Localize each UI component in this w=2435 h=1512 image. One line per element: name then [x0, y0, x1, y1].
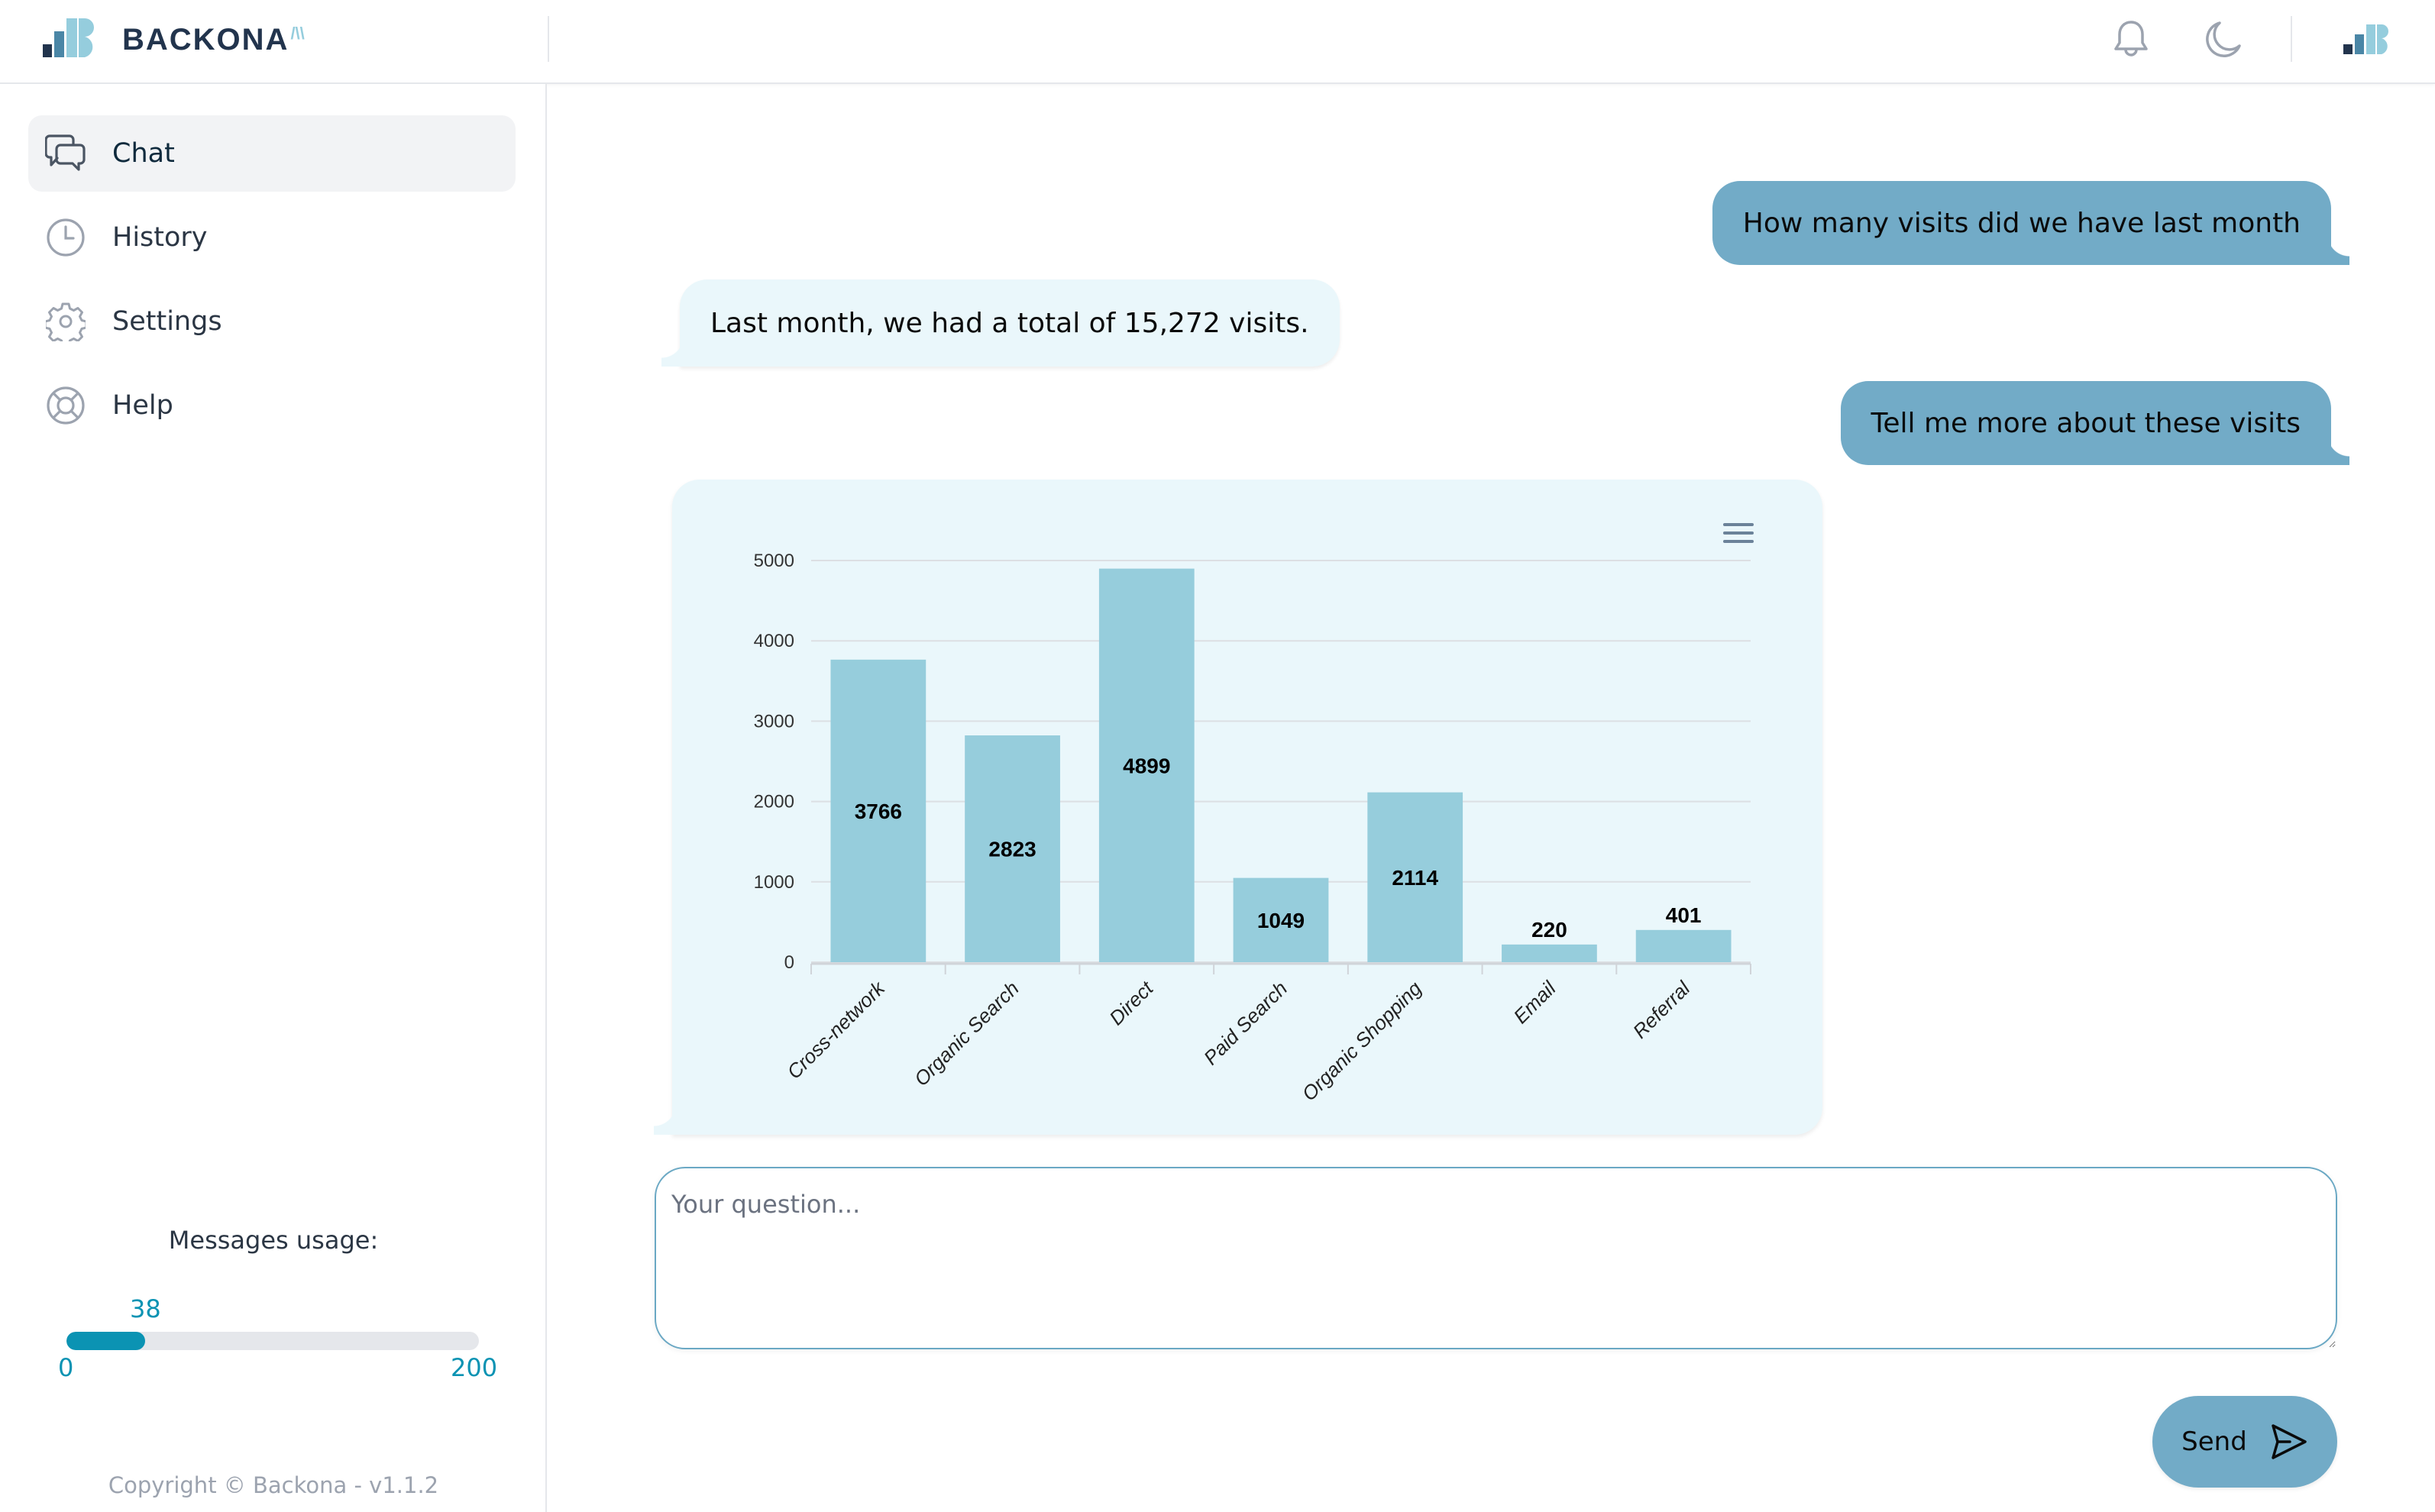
moon-icon — [2206, 21, 2241, 57]
send-label: Send — [2181, 1426, 2247, 1457]
x-tick-label: Organic Shopping — [1298, 977, 1427, 1106]
brand-name: BACKONA/\\ — [122, 23, 305, 57]
brand-logo[interactable]: BACKONA/\\ — [43, 18, 305, 58]
sidebar-item-label: History — [112, 222, 208, 253]
chat-icon — [45, 133, 86, 174]
x-tick-label: Direct — [1104, 976, 1158, 1029]
usage-title: Messages usage: — [168, 1226, 379, 1255]
x-tick-label: Organic Search — [910, 977, 1023, 1090]
logo-bars-icon — [43, 18, 94, 57]
clock-icon — [45, 217, 86, 258]
send-icon — [2272, 1424, 2307, 1459]
x-tick-label: Referral — [1628, 976, 1695, 1042]
header-divider — [548, 16, 549, 62]
y-tick-label: 3000 — [754, 711, 794, 732]
message-text: Last month, we had a total of 15,272 vis… — [710, 307, 1309, 339]
visits-bar-chart: 0 1000 2000 3000 4000 5000 3766 Cross-network 28… — [754, 551, 1751, 1106]
question-input[interactable] — [655, 1167, 2337, 1349]
message-text: How many visits did we have last month — [1742, 207, 2301, 239]
usage-progress-bar — [66, 1332, 479, 1350]
sidebar-item-settings[interactable]: Settings — [28, 283, 516, 360]
header-divider-right — [2291, 16, 2292, 62]
sidebar-item-chat[interactable]: Chat — [28, 115, 516, 192]
x-tick-label: Paid Search — [1199, 977, 1292, 1069]
data-label: 3766 — [855, 800, 902, 823]
sidebar-item-label: Settings — [112, 306, 222, 337]
sidebar-item-history[interactable]: History — [28, 199, 516, 276]
data-label: 2823 — [988, 838, 1036, 861]
copyright: Copyright © Backona - v1.1.2 — [108, 1472, 439, 1498]
sidebar-item-label: Chat — [112, 138, 175, 169]
sidebar-item-label: Help — [112, 390, 173, 421]
y-tick-label: 0 — [784, 952, 794, 973]
sidebar: Chat History Settings Help Messages usag… — [0, 84, 547, 1512]
y-tick-label: 5000 — [754, 551, 794, 571]
bot-message: Last month, we had a total of 15,272 vis… — [661, 279, 1340, 367]
send-button[interactable]: Send — [2152, 1396, 2337, 1488]
usage-progress-fill — [66, 1332, 145, 1350]
y-tick-label: 2000 — [754, 792, 794, 813]
sidebar-item-help[interactable]: Help — [28, 367, 516, 444]
data-label: 2114 — [1392, 866, 1438, 890]
notifications-button[interactable] — [2108, 17, 2154, 63]
y-tick-label: 1000 — [754, 872, 794, 893]
top-header: BACKONA/\\ — [0, 0, 2435, 84]
x-tick-label: Cross-network — [782, 976, 890, 1084]
bot-chart-message: 0 1000 2000 3000 4000 5000 3766 Cross-network 28… — [654, 480, 1822, 1135]
bar — [1502, 944, 1597, 962]
data-label: 220 — [1531, 918, 1567, 942]
gear-icon — [45, 301, 86, 342]
lifebuoy-icon — [45, 385, 86, 426]
data-label: 401 — [1666, 903, 1702, 927]
backona-logo-icon — [2343, 24, 2388, 54]
dark-mode-toggle[interactable] — [2200, 17, 2246, 63]
y-tick-label: 4000 — [754, 631, 794, 651]
data-label: 4899 — [1123, 754, 1170, 777]
user-message: How many visits did we have last month — [1712, 181, 2350, 265]
bar — [1635, 929, 1732, 962]
bell-icon — [2114, 21, 2148, 57]
usage-max: 200 — [451, 1353, 498, 1382]
brand-suffix: /\\ — [290, 23, 305, 43]
user-message: Tell me more about these visits — [1840, 381, 2349, 465]
message-text: Tell me more about these visits — [1871, 407, 2301, 439]
usage-value: 38 — [130, 1294, 161, 1323]
data-label: 1049 — [1257, 909, 1305, 932]
x-tick-label: Email — [1509, 976, 1560, 1028]
user-avatar[interactable] — [2343, 17, 2392, 63]
usage-min: 0 — [58, 1353, 74, 1382]
